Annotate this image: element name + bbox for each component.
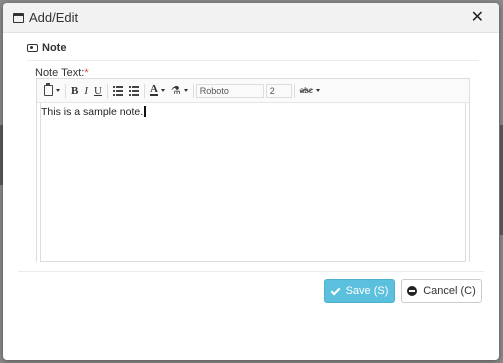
font-size-select[interactable]: 2 <box>265 83 292 98</box>
font-size-value: 2 <box>269 85 275 96</box>
numbered-list-icon <box>128 86 139 96</box>
chevron-down-icon <box>160 89 165 92</box>
paste-button[interactable] <box>41 82 63 100</box>
editor-text: This is a sample note. <box>41 106 146 118</box>
chevron-down-icon <box>56 89 60 92</box>
minus-circle-icon <box>407 286 418 296</box>
toolbar-divider <box>65 83 66 98</box>
spellcheck-button[interactable]: abc <box>297 82 323 100</box>
toolbar-divider <box>106 83 108 98</box>
section-header: Note <box>27 42 479 61</box>
font-color-icon: A <box>149 83 158 96</box>
bullet-list-icon <box>112 86 123 96</box>
window-icon <box>13 12 24 23</box>
font-color-button[interactable]: A <box>147 82 168 100</box>
dialog-titlebar: Add/Edit ✕ <box>3 3 499 33</box>
dialog-title: Add/Edit <box>29 10 79 25</box>
editor-inner-frame <box>40 103 466 262</box>
bullet-list-button[interactable] <box>110 82 126 100</box>
bold-button[interactable]: B <box>68 82 81 100</box>
save-label: Save (S) <box>345 285 389 297</box>
footer-divider <box>18 271 484 272</box>
toolbar-divider <box>192 83 194 98</box>
toolbar-divider <box>143 83 145 98</box>
numbered-list-button[interactable] <box>126 82 142 100</box>
italic-button[interactable]: I <box>81 82 91 100</box>
chevron-down-icon <box>315 89 320 92</box>
font-family-value: Roboto <box>199 85 229 96</box>
save-button[interactable]: Save (S) <box>324 279 395 303</box>
add-edit-dialog: Add/Edit ✕ Note Note Text:* B I U A ⚗ Ro… <box>3 3 499 360</box>
spellcheck-icon: abc <box>299 86 313 95</box>
font-family-select[interactable]: Roboto <box>195 83 264 98</box>
underline-button[interactable]: U <box>91 82 105 100</box>
editor-toolbar: B I U A ⚗ Roboto 2 abc <box>37 79 469 103</box>
paint-bucket-icon: ⚗ <box>170 85 181 97</box>
check-icon <box>330 285 341 295</box>
note-content: This is a sample note. <box>41 106 144 118</box>
rich-text-editor: B I U A ⚗ Roboto 2 abc This is a sample … <box>36 78 470 262</box>
cancel-button[interactable]: Cancel (C) <box>401 279 482 303</box>
chevron-down-icon <box>183 89 188 92</box>
section-title: Note <box>42 42 67 54</box>
clipboard-icon <box>44 83 53 96</box>
note-icon <box>27 44 38 52</box>
toolbar-divider <box>293 83 295 98</box>
text-cursor <box>144 106 146 117</box>
cancel-label: Cancel (C) <box>423 285 476 297</box>
close-icon[interactable]: ✕ <box>471 9 484 26</box>
highlight-button[interactable]: ⚗ <box>168 82 191 100</box>
editor-content-area[interactable]: This is a sample note. <box>37 103 469 262</box>
